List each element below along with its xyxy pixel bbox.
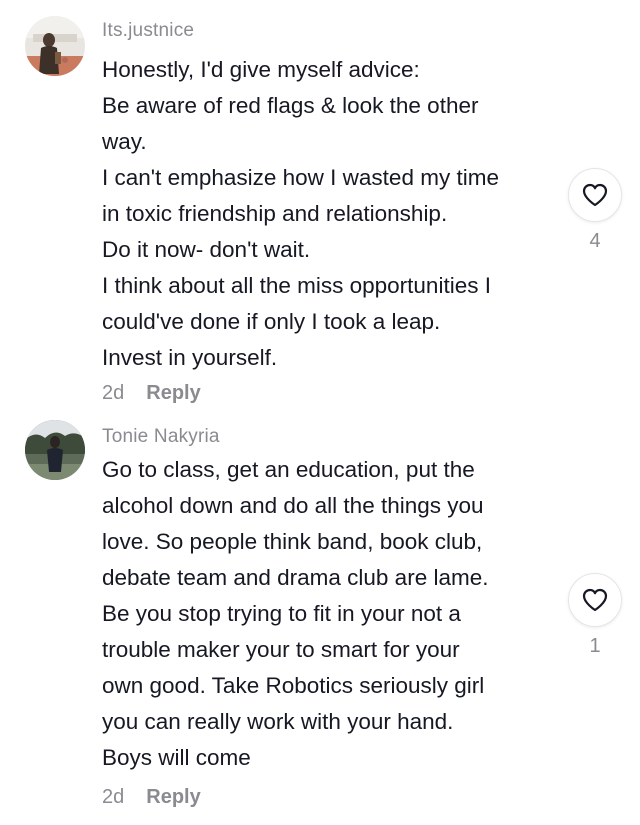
comment-text-line: Be you stop trying to fit in your not a [102,601,461,626]
comment-text-line: Go to class, get an education, put the [102,457,475,482]
reply-button[interactable]: Reply [146,382,200,405]
comment-text-line: Honestly, I'd give myself advice: [102,57,420,82]
comment-text-line: I think about all the miss opportunities… [102,273,491,298]
like-count: 4 [589,230,601,252]
comment-text: Honestly, I'd give myself advice: Be awa… [102,52,572,376]
comment-text: Go to class, get an education, put the a… [102,452,572,776]
comment-text-line: Be aware of red flags & look the other [102,93,479,118]
comment-username[interactable]: Its.justnice [102,20,194,42]
comment-text-line: Invest in yourself. [102,345,278,370]
comment-timestamp: 2d [102,382,125,404]
comment-text-line: Boys will come [102,745,251,770]
comment-text-line: way. [102,129,147,154]
comment-text-line: own good. Take Robotics seriously girl [102,673,485,698]
heart-outline-icon [582,588,608,612]
comment-text-line: in toxic friendship and relationship. [102,201,448,226]
like-button[interactable] [568,573,622,627]
comment-text-line: alcohol down and do all the things you [102,493,484,518]
comment-timestamp: 2d [102,786,125,808]
like-control: 4 [568,168,622,253]
like-count: 1 [589,635,601,657]
like-button[interactable] [568,168,622,222]
avatar-photo-icon [25,420,85,480]
comment-text-line: Do it now- don't wait. [102,237,311,262]
comment-text-line: trouble maker your to smart for your [102,637,460,662]
comment-meta: 2d Reply [102,786,201,809]
heart-outline-icon [582,183,608,207]
comment-meta: 2d Reply [102,382,201,405]
comment-username[interactable]: Tonie Nakyria [102,426,220,448]
comment-text-line: you can really work with your hand. [102,709,454,734]
comment-text-line: could've done if only I took a leap. [102,309,441,334]
like-control: 1 [568,573,622,658]
comment-text-line: love. So people think band, book club, [102,529,483,554]
comment-text-line: I can't emphasize how I wasted my time [102,165,499,190]
reply-button[interactable]: Reply [146,786,200,809]
avatar[interactable] [25,420,85,480]
comment-text-line: debate team and drama club are lame. [102,565,489,590]
avatar[interactable] [25,16,85,76]
avatar-photo-icon [25,16,85,76]
